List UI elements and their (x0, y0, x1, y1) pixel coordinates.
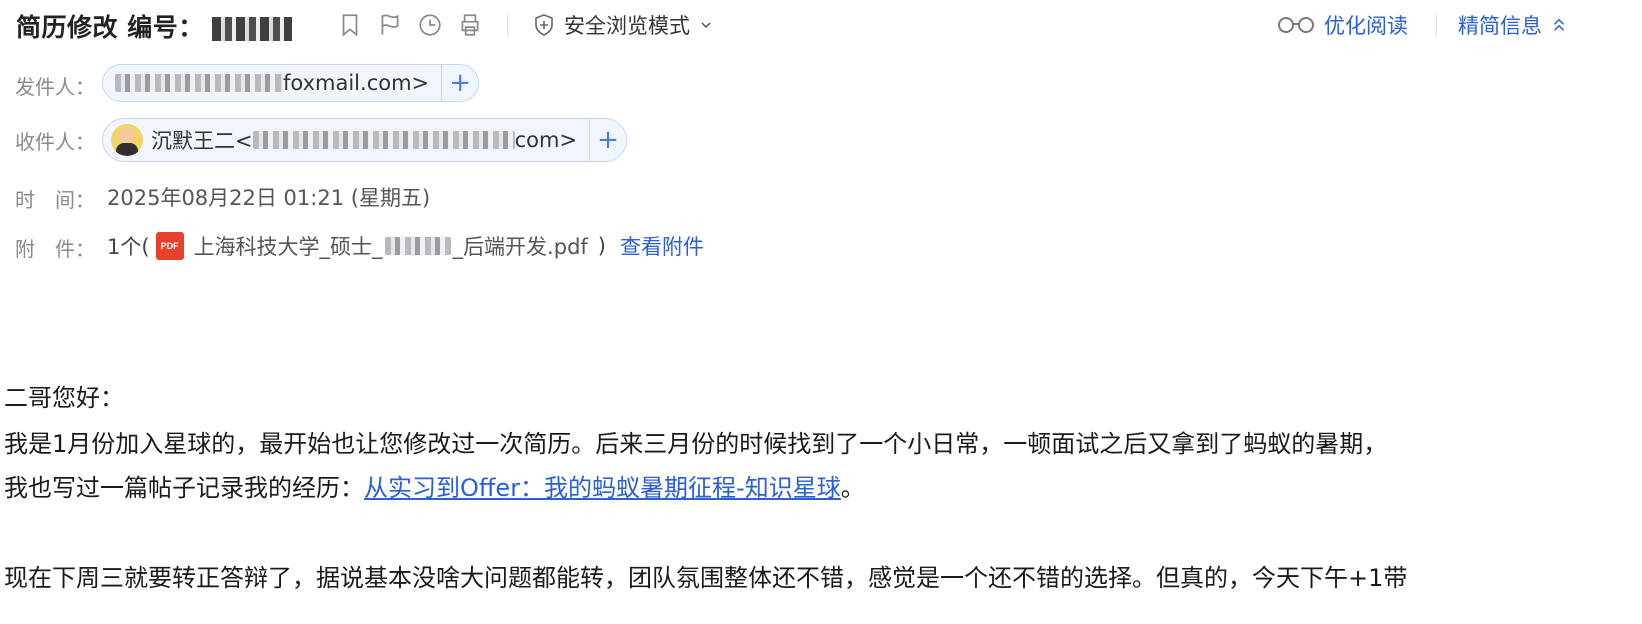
from-address-suffix: foxmail.com> (283, 71, 430, 95)
redacted-code (211, 17, 292, 41)
to-name: 沉默王二< (151, 129, 253, 153)
chevron-up-icon (1553, 18, 1565, 31)
plus-icon: + (449, 68, 472, 98)
from-address[interactable]: foxmail.com> (103, 71, 441, 95)
optimize-read-button[interactable]: 优化阅读 (1276, 10, 1408, 40)
time-label: 时 间： (15, 188, 95, 212)
header-divider (1436, 14, 1437, 36)
file-name-suffix: _后端开发.pdf (452, 235, 588, 259)
body-line-1: 我是1月份加入星球的，最开始也让您修改过一次简历。后来三月份的时候找到了一个小日… (4, 430, 1388, 458)
toolbar-divider (507, 14, 508, 36)
bookmark-icon[interactable] (335, 10, 365, 40)
flag-icon[interactable] (375, 10, 405, 40)
post-link[interactable]: 从实习到Offer：我的蚂蚁暑期征程-知识星球 (364, 474, 841, 502)
clock-icon[interactable] (415, 10, 445, 40)
shield-icon (535, 14, 553, 36)
avatar (111, 124, 143, 156)
attachment-count: 1个( (107, 235, 150, 259)
attachment-file[interactable]: 上海科技大学_硕士_ _后端开发.pdf (194, 231, 588, 261)
print-icon[interactable] (455, 10, 485, 40)
simplify-info-button[interactable]: 精简信息 (1458, 10, 1568, 40)
body-line-2-suffix: 。 (840, 474, 865, 502)
optimize-read-label: 优化阅读 (1324, 14, 1408, 38)
add-contact-button[interactable]: + (441, 65, 478, 101)
glasses-icon (1278, 17, 1314, 33)
redacted-email (115, 74, 283, 92)
from-address-pill[interactable]: foxmail.com> + (102, 64, 480, 102)
to-label: 收件人： (15, 130, 95, 154)
view-attachment-link[interactable]: 查看附件 (620, 231, 704, 261)
to-address-pill[interactable]: 沉默王二< com> + (102, 118, 628, 162)
body-line-3: 现在下周三就要转正答辩了，据说基本没啥大问题都能转，团队氛围整体还不错，感觉是一… (4, 564, 1408, 592)
attachment-close: ) (597, 234, 606, 258)
to-address[interactable]: 沉默王二< com> (103, 124, 589, 156)
simplify-label: 精简信息 (1458, 14, 1542, 38)
attachment-label: 附 件： (15, 237, 95, 261)
add-contact-button[interactable]: + (589, 119, 626, 161)
from-label: 发件人： (15, 75, 95, 99)
redacted-email (252, 131, 515, 149)
safe-mode-label: 安全浏览模式 (564, 14, 690, 38)
attachment-row: 1个( PDF 上海科技大学_硕士_ _后端开发.pdf ) 查看附件 (107, 231, 704, 261)
to-address-suffix: com> (514, 128, 578, 152)
greeting: 二哥您好： (4, 384, 124, 412)
chevron-down-icon (701, 22, 711, 28)
safe-mode-dropdown[interactable]: 安全浏览模式 (532, 10, 714, 40)
subject-text: 简历修改 编号： (16, 13, 204, 42)
redacted-name (384, 237, 451, 255)
time-value: 2025年08月22日 01:21 (星期五) (107, 186, 431, 210)
file-name-prefix: 上海科技大学_硕士_ (193, 235, 383, 259)
pdf-icon: PDF (155, 232, 184, 260)
plus-icon: + (597, 125, 619, 155)
body-line-2-prefix: 我也写过一篇帖子记录我的经历： (4, 474, 364, 502)
email-subject: 简历修改 编号： (16, 8, 292, 44)
body-line-2: 我也写过一篇帖子记录我的经历：从实习到Offer：我的蚂蚁暑期征程-知识星球。 (4, 468, 865, 503)
